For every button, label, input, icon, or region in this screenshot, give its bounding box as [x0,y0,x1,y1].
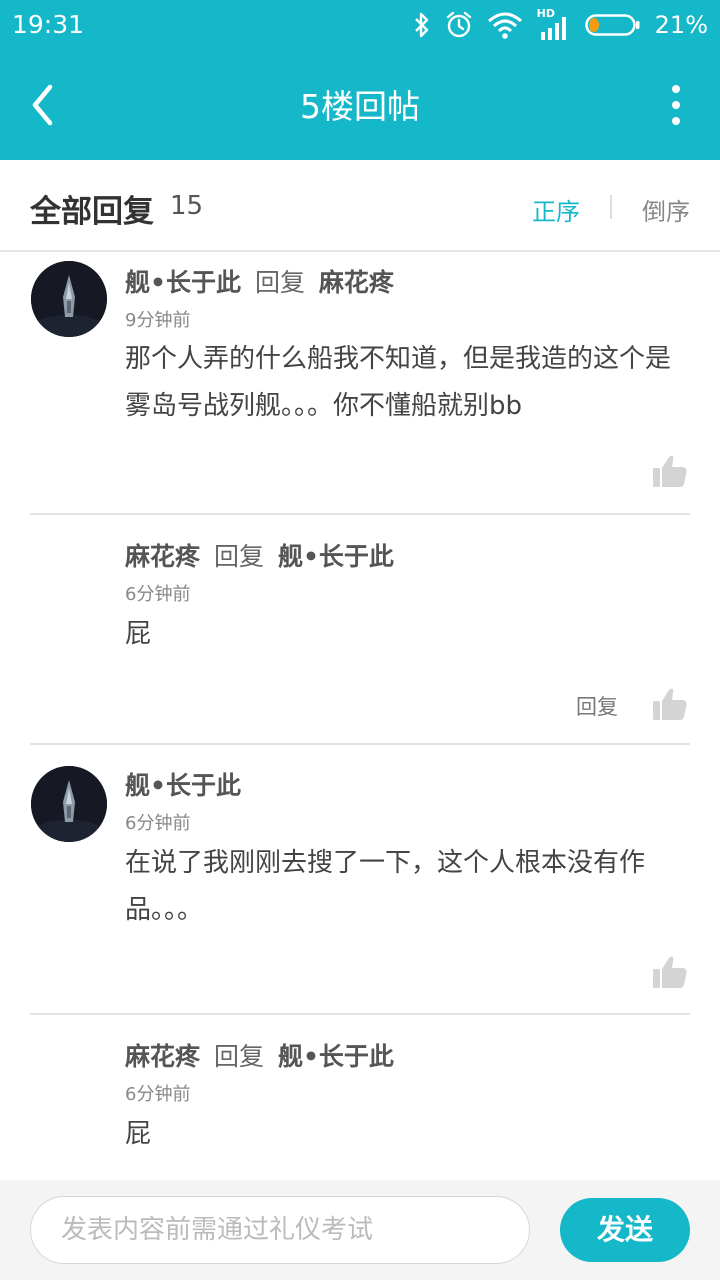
reply-target-username[interactable]: 麻花疼 [319,268,394,297]
battery-percent: 21% [654,11,708,39]
reply-target-username[interactable]: 舰•长于此 [278,542,394,571]
like-icon[interactable] [652,454,688,488]
reply-content: 屁 [125,1119,152,1149]
more-options-icon[interactable] [668,80,684,130]
reply-input[interactable] [30,1196,530,1264]
toolbar: 5楼回帖 [0,50,720,160]
reply-verb: 回复 [213,1042,264,1071]
status-icons: HD 21% [413,8,708,42]
status-time: 19:31 [12,10,85,39]
status-bar: 19:31 HD 21% [0,0,720,50]
app-header: 19:31 HD 21% 5楼回帖 [0,0,720,160]
replies-header: 全部回复 15 正序 倒序 [0,160,720,252]
composer-bar: 发送 [0,1180,720,1280]
reply-list[interactable]: 舰•长于此 回复 麻花疼 9分钟前 那个人弄的什么船我不知道，但是我造的这个是雾… [0,252,720,1180]
reply-content: 屁 [125,619,152,649]
wifi-icon [487,11,523,39]
reply-content: 在说了我刚刚去搜了一下，这个人根本没有作品。。。 [125,848,646,925]
like-icon[interactable] [652,955,688,989]
reply-username[interactable]: 麻花疼 [125,542,200,571]
all-replies-title: 全部回复 [30,194,154,230]
reply-target-username[interactable]: 舰•长于此 [278,1042,394,1071]
reply-header: 舰•长于此 回复 麻花疼 [125,263,394,299]
sort-divider [610,195,612,219]
reply-item: 麻花疼 回复 舰•长于此 6分钟前 屁 回复 [0,515,720,744]
reply-time: 9分钟前 [125,310,191,331]
reply-username[interactable]: 舰•长于此 [125,268,241,297]
reply-verb: 回复 [213,542,264,571]
avatar[interactable] [31,766,107,842]
reply-time: 6分钟前 [125,1084,191,1105]
reply-username[interactable]: 舰•长于此 [125,771,241,800]
like-icon[interactable] [652,687,688,721]
reply-verb: 回复 [254,268,305,297]
reply-item: 舰•长于此 回复 麻花疼 9分钟前 那个人弄的什么船我不知道，但是我造的这个是雾… [0,252,720,514]
send-button[interactable]: 发送 [560,1198,690,1262]
sort-ascending-tab[interactable]: 正序 [532,192,580,227]
reply-item: 麻花疼 回复 舰•长于此 6分钟前 屁 [0,1015,720,1180]
alarm-icon [445,11,473,39]
bluetooth-icon [413,11,431,39]
reply-header: 舰•长于此 [125,766,241,802]
battery-icon [584,13,641,37]
replies-count: 15 [170,191,204,221]
reply-header: 麻花疼 回复 舰•长于此 [125,1037,394,1073]
reply-header: 麻花疼 回复 舰•长于此 [125,537,394,573]
reply-item: 舰•长于此 6分钟前 在说了我刚刚去搜了一下，这个人根本没有作品。。。 [0,745,720,1013]
avatar[interactable] [31,261,107,337]
reply-content: 那个人弄的什么船我不知道，但是我造的这个是雾岛号战列舰。。。你不懂船就别bb [125,344,672,421]
reply-username[interactable]: 麻花疼 [125,1042,200,1071]
reply-button[interactable]: 回复 [576,691,618,721]
sort-descending-tab[interactable]: 倒序 [642,192,690,227]
reply-time: 6分钟前 [125,584,191,605]
page-title: 5楼回帖 [300,87,420,126]
signal-icon: HD [537,8,571,42]
reply-time: 6分钟前 [125,813,191,834]
